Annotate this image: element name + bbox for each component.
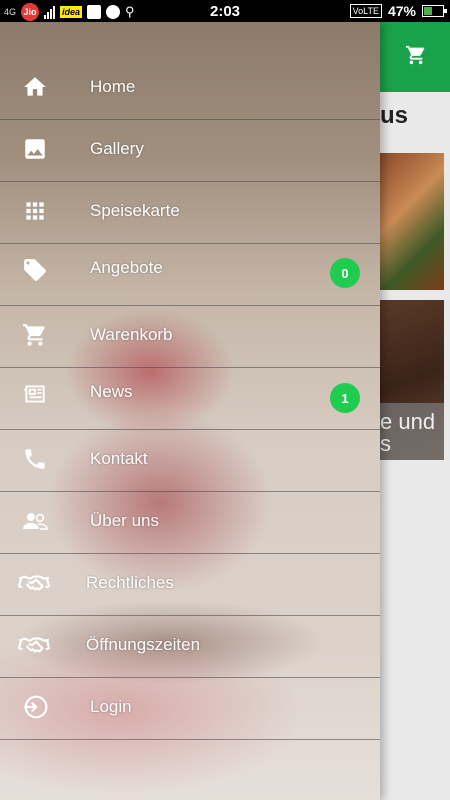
drawer-item-gallery[interactable]: Gallery	[0, 119, 380, 182]
battery-fill	[424, 7, 432, 15]
people-icon	[23, 513, 48, 530]
drawer-item-speisekarte[interactable]: Speisekarte	[0, 181, 380, 244]
status-right: VoLTE 47%	[349, 3, 447, 19]
drawer-item-oeffnungszeiten[interactable]: Öffnungszeiten	[0, 615, 380, 678]
handshake-icon	[18, 637, 50, 653]
image-icon	[25, 139, 45, 159]
drawer-item-news[interactable]: News 1	[0, 367, 380, 430]
handshake-icon	[18, 575, 50, 591]
drawer-item-label: Gallery	[90, 139, 144, 158]
drawer-item-label: Speisekarte	[90, 201, 180, 220]
battery-percent: 47%	[387, 3, 416, 19]
drawer-item-label: News	[90, 382, 133, 401]
drawer-item-label: Home	[90, 77, 136, 96]
phone-icon	[25, 449, 45, 469]
drawer-item-label: Rechtliches	[86, 573, 174, 592]
drawer-item-warenkorb[interactable]: Warenkorb	[0, 305, 380, 368]
card-caption-line2: s	[380, 431, 391, 456]
drawer-item-label: Öffnungszeiten	[86, 635, 201, 654]
angebote-badge: 0	[330, 258, 360, 288]
status-bar: 4G Jio idea ⚲ 2:03 VoLTE 47%	[0, 0, 450, 22]
navigation-drawer: Home Gallery Speisekarte Angebote 0 Ware…	[0, 22, 380, 800]
battery-icon	[422, 5, 447, 17]
page-title-fragment: us	[380, 102, 409, 129]
drawer-item-home[interactable]: Home	[0, 57, 380, 120]
drawer-item-rechtliches[interactable]: Rechtliches	[0, 553, 380, 616]
card-caption: e und s	[380, 403, 444, 460]
cart-icon[interactable]	[404, 44, 428, 66]
drawer-item-angebote[interactable]: Angebote 0	[0, 243, 380, 306]
cart-icon	[23, 324, 45, 346]
news-badge: 1	[330, 383, 360, 413]
drawer-item-label: Warenkorb	[90, 325, 173, 344]
drawer-item-kontakt[interactable]: Kontakt	[0, 429, 380, 492]
drawer-item-label: Kontakt	[90, 449, 148, 468]
food-image-card[interactable]	[380, 153, 444, 290]
drawer-item-label: Angebote	[90, 258, 163, 277]
volte-badge: VoLTE	[349, 4, 382, 18]
food-image-card-2[interactable]: e und s	[380, 300, 444, 460]
grid-icon	[26, 202, 44, 220]
tag-icon	[24, 259, 46, 281]
drawer-item-label: Über uns	[90, 511, 159, 530]
drawer-item-login[interactable]: Login	[0, 677, 380, 740]
login-icon	[24, 695, 48, 719]
drawer-item-label: Login	[90, 697, 132, 716]
newspaper-icon	[24, 385, 45, 403]
home-icon	[24, 77, 46, 96]
drawer-item-ueber-uns[interactable]: Über uns	[0, 491, 380, 554]
